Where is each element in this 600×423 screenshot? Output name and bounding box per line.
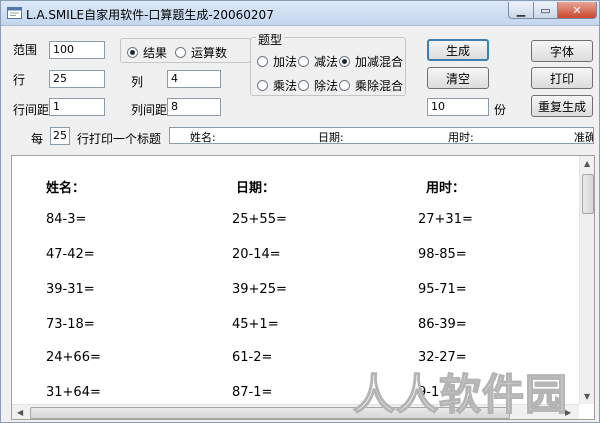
- range-input[interactable]: 100: [49, 41, 105, 59]
- question: 47-42=: [46, 247, 95, 262]
- generate-button[interactable]: 生成: [427, 39, 489, 61]
- type-add-label: 加法: [273, 55, 298, 69]
- cols-label: 列: [131, 75, 144, 89]
- type-div[interactable]: 除法: [298, 77, 338, 94]
- print-button[interactable]: 打印: [531, 67, 593, 89]
- vertical-scrollbar[interactable]: ▲ ▼: [579, 156, 594, 404]
- answer-mode-result-label: 结果: [143, 46, 168, 60]
- type-mul-div-mixed[interactable]: 乘除混合: [339, 77, 403, 94]
- rows-input[interactable]: 25: [49, 70, 105, 88]
- question: 24+66=: [46, 350, 101, 365]
- minimize-button[interactable]: ▁: [508, 2, 534, 19]
- question: 61-2=: [232, 350, 273, 365]
- radio-mul-div-mixed[interactable]: [339, 80, 350, 91]
- question: 95-71=: [418, 282, 467, 297]
- question: 45+1=: [232, 317, 279, 332]
- font-button[interactable]: 字体: [531, 40, 593, 62]
- close-icon: ✕: [572, 3, 582, 17]
- range-label: 范围: [13, 43, 38, 57]
- row-spacing-label: 行间距: [13, 103, 50, 117]
- title-template-input[interactable]: 姓名: 日期: 用时: 准确: [169, 127, 594, 144]
- watermark: 人人软件园: [352, 369, 569, 420]
- radio-operand[interactable]: [175, 47, 186, 58]
- type-div-label: 除法: [314, 79, 339, 93]
- maximize-icon: ▭: [540, 3, 551, 17]
- type-mul[interactable]: 乘法: [257, 77, 297, 94]
- scroll-up-icon[interactable]: ▲: [584, 159, 590, 168]
- copies-input[interactable]: 10: [427, 98, 489, 116]
- every-label: 每: [31, 132, 44, 146]
- type-sub-label: 减法: [314, 55, 339, 69]
- minimize-icon: ▁: [516, 3, 526, 17]
- question-type-title: 题型: [256, 31, 285, 48]
- every-suffix-label: 行打印一个标题: [77, 132, 162, 146]
- header-strip-time: 用时:: [448, 131, 474, 144]
- col-spacing-label: 列间距: [131, 103, 168, 117]
- title-bar[interactable]: L.A.SMILE自家用软件-口算题生成-20060207 ▁ ▭ ✕: [1, 1, 599, 26]
- answer-mode-result[interactable]: 结果: [127, 44, 167, 61]
- vertical-scroll-thumb[interactable]: [582, 174, 594, 214]
- app-icon: [7, 7, 22, 19]
- type-mul-label: 乘法: [273, 79, 298, 93]
- question: 84-3=: [46, 212, 87, 227]
- radio-mul[interactable]: [257, 80, 268, 91]
- scroll-left-icon[interactable]: ◀: [17, 408, 23, 417]
- type-add-sub-mixed[interactable]: 加减混合: [339, 53, 403, 70]
- rows-label: 行: [13, 73, 26, 87]
- every-rows-input[interactable]: 25: [50, 127, 70, 145]
- question: 87-1=: [232, 385, 273, 400]
- question: 73-18=: [46, 317, 95, 332]
- radio-add-sub-mixed[interactable]: [339, 56, 350, 67]
- copies-label: 份: [494, 103, 507, 117]
- type-add-sub-mixed-label: 加减混合: [355, 55, 404, 69]
- radio-add[interactable]: [257, 56, 268, 67]
- window-title: L.A.SMILE自家用软件-口算题生成-20060207: [26, 8, 274, 22]
- type-add[interactable]: 加法: [257, 53, 297, 70]
- question: 27+31=: [418, 212, 473, 227]
- type-sub[interactable]: 减法: [298, 53, 338, 70]
- sheet-header-date: 日期：: [236, 181, 276, 196]
- question: 39+25=: [232, 282, 287, 297]
- header-strip-extra: 准确: [574, 131, 594, 144]
- app-window: L.A.SMILE自家用软件-口算题生成-20060207 ▁ ▭ ✕ 范围 1…: [0, 0, 600, 423]
- question: 20-14=: [232, 247, 281, 262]
- type-mul-div-mixed-label: 乘除混合: [355, 79, 404, 93]
- regenerate-button[interactable]: 重复生成: [531, 95, 593, 117]
- question: 31+64=: [46, 385, 101, 400]
- cols-input[interactable]: 4: [167, 70, 221, 88]
- header-strip-date: 日期:: [318, 131, 344, 144]
- sheet-header-time: 用时：: [426, 181, 466, 196]
- header-strip-name: 姓名:: [190, 131, 216, 144]
- question: 86-39=: [418, 317, 467, 332]
- maximize-button[interactable]: ▭: [533, 2, 558, 19]
- radio-result[interactable]: [127, 47, 138, 58]
- answer-mode-operand[interactable]: 运算数: [175, 44, 227, 61]
- col-spacing-input[interactable]: 8: [167, 98, 221, 116]
- answer-mode-operand-label: 运算数: [191, 46, 228, 60]
- clear-button[interactable]: 清空: [427, 67, 489, 89]
- question: 39-31=: [46, 282, 95, 297]
- row-spacing-input[interactable]: 1: [49, 98, 105, 116]
- radio-div[interactable]: [298, 80, 309, 91]
- radio-sub[interactable]: [298, 56, 309, 67]
- question: 98-85=: [418, 247, 467, 262]
- sheet-header-name: 姓名：: [46, 181, 86, 196]
- close-button[interactable]: ✕: [557, 2, 597, 19]
- scroll-down-icon[interactable]: ▼: [584, 392, 590, 401]
- question: 25+55=: [232, 212, 287, 227]
